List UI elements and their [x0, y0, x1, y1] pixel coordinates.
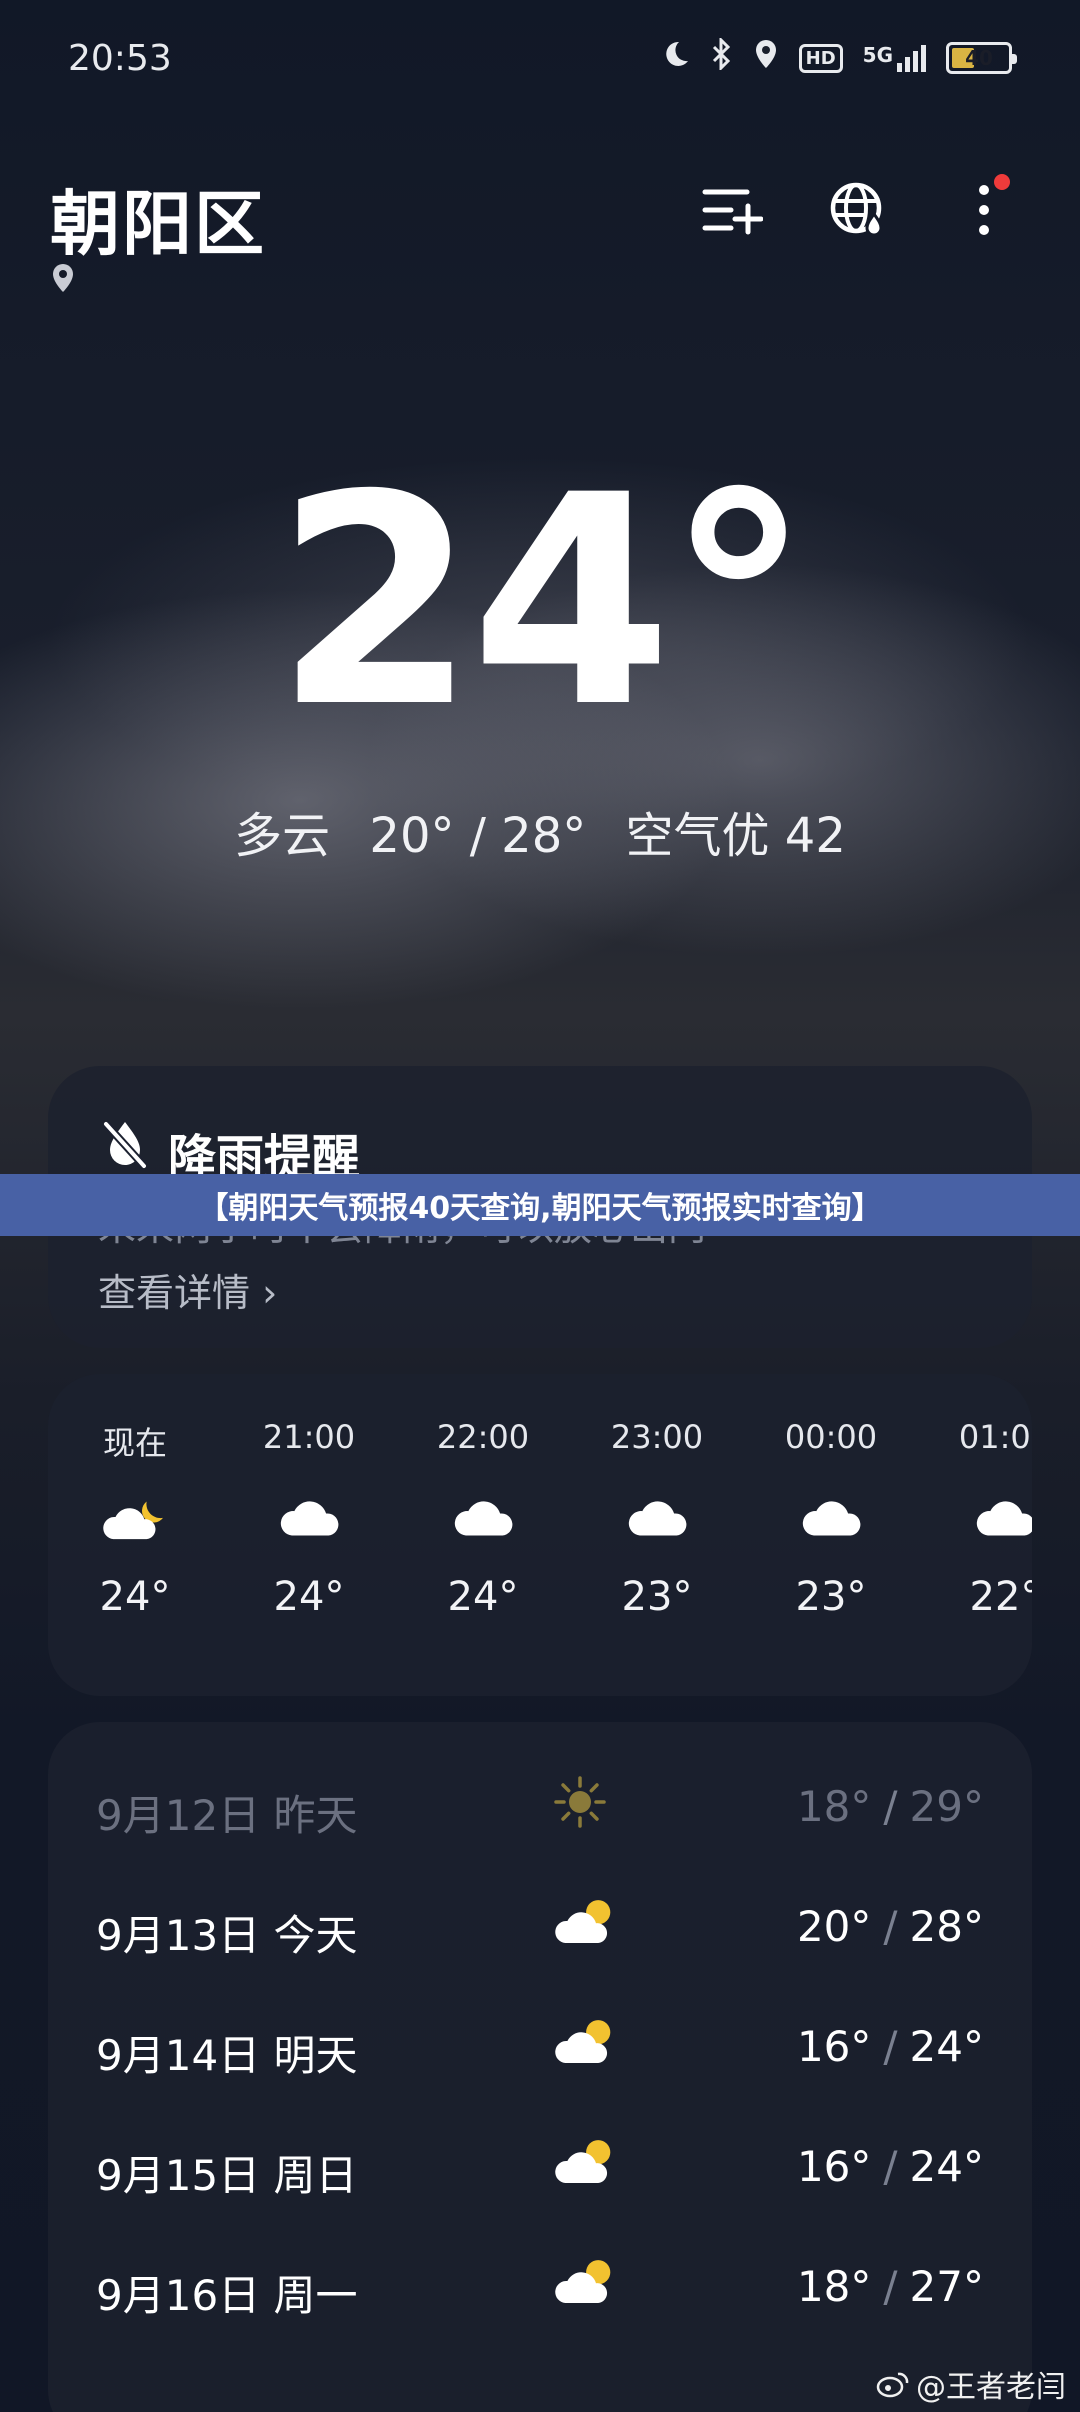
- hourly-temp: 24°: [273, 1574, 345, 1620]
- cloud-icon: [277, 1494, 341, 1542]
- daily-temps: 18°/27°: [797, 2262, 984, 2311]
- daily-low: 18°: [796, 2262, 872, 2311]
- network-label: 5G: [862, 43, 893, 67]
- cloud-moon-icon: [100, 1494, 170, 1548]
- hourly-temp: 24°: [447, 1574, 519, 1620]
- notification-dot: [994, 174, 1010, 190]
- daily-date: 9月14日 明天: [96, 2031, 358, 2080]
- hourly-time: 现在: [102, 1424, 167, 1462]
- hourly-temp: 24°: [99, 1574, 171, 1620]
- hourly-time: 00:00: [784, 1418, 878, 1456]
- hourly-item[interactable]: 21:00 24°: [222, 1374, 396, 1696]
- no-rain-icon: [100, 1118, 150, 1174]
- hourly-list[interactable]: 现在 24° 21:00 24° 22:00 24° 23:00 23° 00:00 2…: [48, 1374, 1032, 1696]
- watermark-text: @王者老闫: [916, 2370, 1066, 2405]
- daily-date: 9月16日 周一: [96, 2271, 358, 2320]
- status-bar: 20:53 HD 5G 40: [0, 0, 1080, 120]
- location-status-icon: [753, 38, 779, 78]
- hd-badge: HD: [798, 43, 843, 73]
- cloud-icon: [625, 1494, 689, 1542]
- hourly-item[interactable]: 23:00 23°: [570, 1374, 744, 1696]
- hourly-temp: 23°: [795, 1574, 867, 1620]
- daily-row[interactable]: 9月16日 周一 18°/27°: [48, 2232, 1032, 2352]
- hourly-item[interactable]: 01:00 22°: [918, 1374, 1032, 1696]
- add-list-icon: [702, 189, 763, 235]
- hourly-time: 22:00: [436, 1418, 530, 1456]
- daily-date: 9月12日 昨天: [96, 1791, 358, 1840]
- daily-separator: /: [883, 1902, 898, 1951]
- daily-separator: /: [883, 1782, 898, 1831]
- cloud-icon: [973, 1494, 1032, 1542]
- cloud-sun-icon: [552, 2134, 618, 2192]
- daily-low: 20°: [796, 1902, 872, 1951]
- daily-high: 24°: [909, 2022, 984, 2071]
- daily-temps: 16°/24°: [797, 2142, 984, 2191]
- current-temperature: 24°: [274, 434, 812, 771]
- manage-cities-button[interactable]: [694, 172, 770, 248]
- daily-separator: /: [883, 2262, 898, 2311]
- air-quality[interactable]: 空气优 42: [626, 808, 846, 864]
- cloud-icon: [799, 1494, 863, 1542]
- cloud-icon: [451, 1494, 515, 1542]
- daily-row[interactable]: 9月13日 今天 20°/28°: [48, 1872, 1032, 1992]
- more-menu-button[interactable]: [946, 172, 1022, 248]
- global-weather-button[interactable]: [820, 172, 896, 248]
- daily-date: 9月13日 今天: [96, 1911, 358, 1960]
- daily-row[interactable]: 9月15日 周日 16°/24°: [48, 2112, 1032, 2232]
- hourly-temp: 22°: [969, 1574, 1032, 1620]
- condition-text: 多云: [234, 808, 331, 864]
- weibo-icon: [876, 2372, 909, 2398]
- hourly-item[interactable]: 22:00 24°: [396, 1374, 570, 1696]
- battery-tip: [1012, 54, 1017, 64]
- daily-high: 29°: [909, 1782, 984, 1831]
- daily-high: 28°: [909, 1902, 984, 1951]
- cloud-sun-icon: [552, 2014, 618, 2072]
- daily-low: 16°: [796, 2022, 872, 2071]
- status-time: 20:53: [68, 38, 172, 79]
- daily-temps: 18°/29°: [797, 1782, 984, 1831]
- bluetooth-icon: [711, 36, 733, 78]
- location-icon: [50, 262, 76, 298]
- daily-temps: 16°/24°: [797, 2022, 984, 2071]
- hourly-item[interactable]: 现在 24°: [48, 1374, 222, 1696]
- daily-row[interactable]: 9月14日 明天 16°/24°: [48, 1992, 1032, 2112]
- hourly-forecast-card[interactable]: 现在 24° 21:00 24° 22:00 24° 23:00 23° 00:00 2…: [48, 1374, 1032, 1696]
- battery-icon: 40: [946, 42, 1017, 74]
- globe-icon: [830, 182, 883, 237]
- daily-high: 27°: [909, 2262, 984, 2311]
- weather-summary: 多云 20° / 28° 空气优 42: [0, 796, 1080, 866]
- watermark: @王者老闫: [876, 2362, 1066, 2406]
- daily-row[interactable]: 9月12日 昨天 18°/29°: [48, 1752, 1032, 1872]
- sun-icon: [552, 1774, 608, 1834]
- status-icons: HD 5G 40: [661, 36, 1017, 78]
- headline-banner: 【朝阳天气预报40天查询,朝阳天气预报实时查询】: [0, 1174, 1080, 1236]
- hourly-temp: 23°: [621, 1574, 693, 1620]
- cloud-sun-icon: [552, 1894, 618, 1952]
- hourly-time: 21:00: [262, 1418, 356, 1456]
- daily-temps: 20°/28°: [797, 1902, 984, 1951]
- daily-separator: /: [883, 2022, 898, 2071]
- daily-low: 18°: [796, 1782, 872, 1831]
- moon-icon: [661, 39, 691, 77]
- cloud-sun-icon: [552, 2254, 618, 2312]
- battery-value: 40: [965, 46, 993, 70]
- daily-high: 24°: [909, 2142, 984, 2191]
- hourly-time: 23:00: [610, 1418, 704, 1456]
- daily-date: 9月15日 周日: [96, 2151, 358, 2200]
- temp-range: 20° / 28°: [369, 808, 587, 864]
- more-vertical-icon: [979, 185, 989, 235]
- signal-icon: 5G: [863, 43, 926, 73]
- view-details-link[interactable]: 查看详情 ›: [98, 1262, 277, 1317]
- daily-low: 16°: [796, 2142, 872, 2191]
- hourly-item[interactable]: 00:00 23°: [744, 1374, 918, 1696]
- daily-forecast-card[interactable]: 9月12日 昨天 18°/29° 9月13日 今天 20°/28° 9月14日 …: [48, 1722, 1032, 2412]
- hourly-time: 01:00: [958, 1418, 1032, 1456]
- daily-separator: /: [883, 2142, 898, 2191]
- city-title: 朝阳区: [50, 183, 266, 265]
